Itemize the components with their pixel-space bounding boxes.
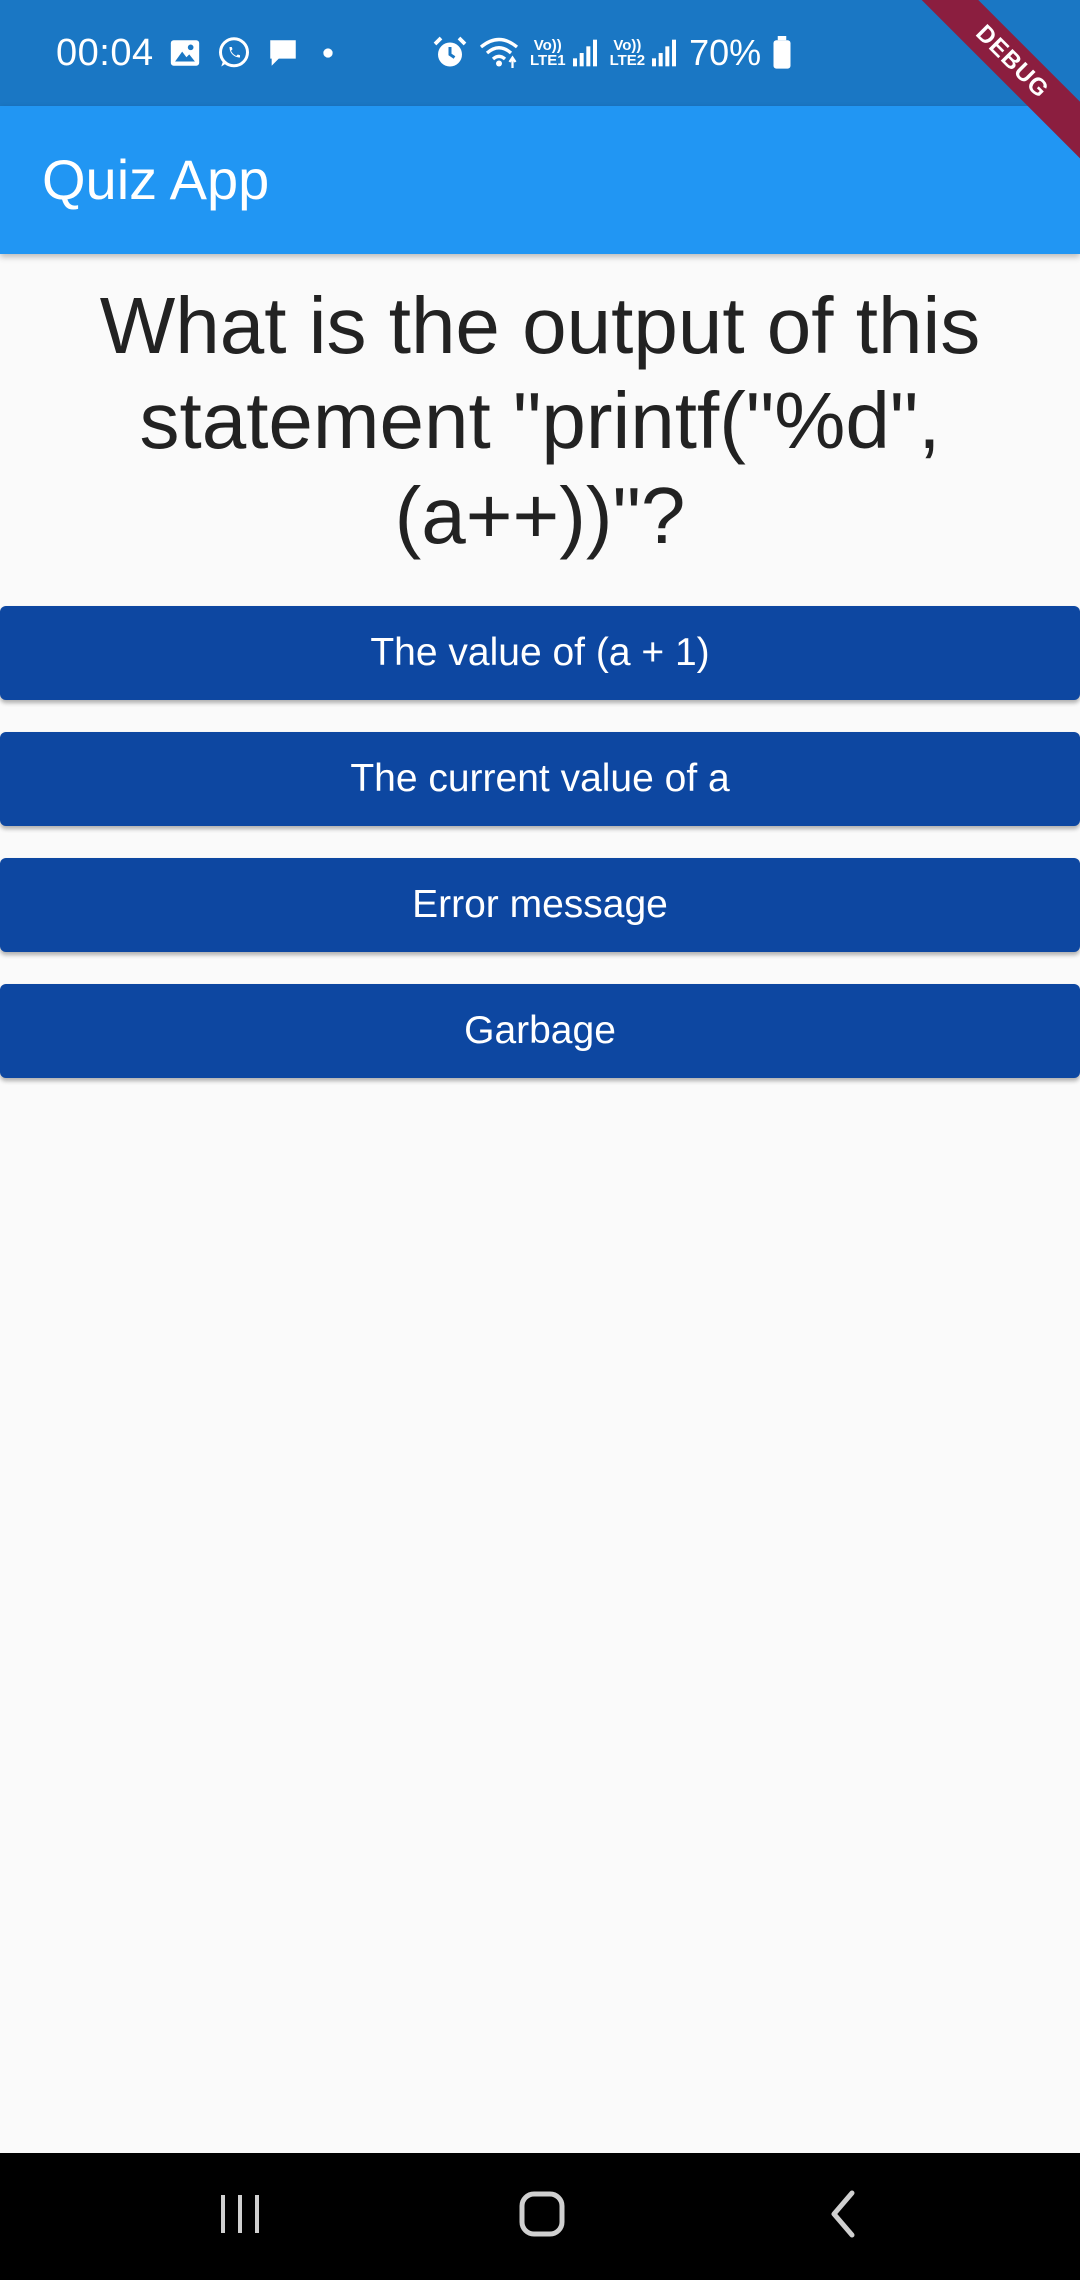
answer-button-1[interactable]: The value of (a + 1): [0, 606, 1080, 700]
home-button[interactable]: [462, 2153, 622, 2280]
volte1-signal-icon: Vo)) LTE1: [530, 37, 600, 69]
battery-percent: 70%: [689, 32, 762, 73]
sim2-label-bottom: LTE2: [609, 52, 646, 69]
wifi-icon: [478, 35, 520, 71]
app-bar: Quiz App: [0, 106, 1080, 254]
home-icon: [517, 2189, 567, 2244]
answer-button-3[interactable]: Error message: [0, 858, 1080, 952]
app-title: Quiz App: [42, 148, 270, 211]
sim1-label-bottom: LTE1: [530, 52, 566, 69]
status-bar: 00:04 Vo)) LTE1 Vo)) LTE2 70% DEBUG: [0, 0, 1080, 169]
answer-button-4[interactable]: Garbage: [0, 984, 1080, 1078]
message-icon: [266, 36, 300, 70]
answer-button-2[interactable]: The current value of a: [0, 732, 1080, 826]
back-icon: [824, 2189, 864, 2244]
dot-icon: [314, 39, 342, 67]
status-left: 00:04: [56, 0, 342, 106]
gallery-icon: [168, 36, 202, 70]
back-button[interactable]: [764, 2153, 924, 2280]
sim1-label: Vo)) LTE1: [530, 38, 566, 68]
status-time: 00:04: [56, 31, 154, 74]
question-text: What is the output of this statement "pr…: [99, 281, 981, 560]
sim2-label: Vo)) LTE2: [610, 38, 646, 68]
battery-icon: [771, 36, 793, 70]
status-right: Vo)) LTE1 Vo)) LTE2 70%: [432, 0, 793, 106]
navigation-bar: [0, 2153, 1080, 2280]
whatsapp-icon: [216, 35, 252, 71]
recent-apps-icon: [215, 2191, 265, 2242]
volte2-signal-icon: Vo)) LTE2: [610, 37, 680, 69]
alarm-icon: [432, 35, 468, 71]
recent-apps-button[interactable]: [160, 2153, 320, 2280]
